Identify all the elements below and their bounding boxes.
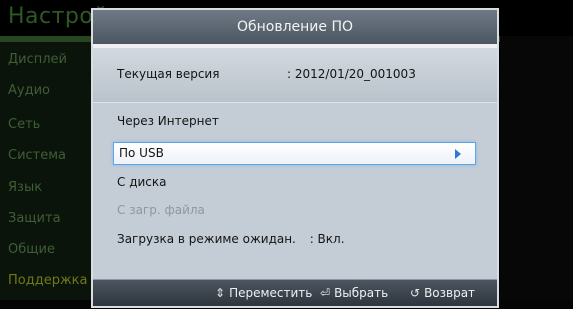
footer-select-hint: ⏎ Выбрать — [320, 286, 388, 300]
current-version-label: Текущая версия — [117, 67, 220, 81]
sidebar-item-display[interactable]: Дисплей — [8, 52, 67, 67]
footer-select-label: Выбрать — [334, 286, 389, 300]
sidebar-item-language[interactable]: Язык — [8, 180, 42, 195]
software-update-dialog: Обновление ПО Текущая версия : 2012/01/2… — [91, 8, 499, 308]
update-from-disc-option[interactable]: С диска — [117, 175, 167, 189]
update-via-internet-option[interactable]: Через Интернет — [117, 114, 219, 128]
update-from-downloaded-file-option: С загр. файла — [117, 203, 205, 217]
standby-download-value: : Вкл. — [309, 232, 345, 246]
sidebar-item-audio[interactable]: Аудио — [8, 83, 50, 98]
update-via-usb-option[interactable]: По USB — [113, 142, 476, 165]
footer-move-label: Переместить — [229, 286, 313, 300]
version-info-panel: Текущая версия : 2012/01/20_001003 — [93, 48, 497, 103]
dialog-title: Обновление ПО — [93, 10, 497, 44]
return-arrow-icon: ↺ — [410, 286, 421, 300]
sidebar-item-security[interactable]: Защита — [8, 211, 61, 226]
current-version-value: : 2012/01/20_001003 — [287, 67, 416, 81]
standby-download-label: Загрузка в режиме ожидан. — [117, 232, 296, 246]
tv-screen: Настрой Дисплей Аудио Сеть Система Язык … — [0, 0, 573, 309]
standby-download-option[interactable]: Загрузка в режиме ожидан. : Вкл. — [117, 232, 345, 246]
up-down-arrows-icon: ⇕ — [215, 286, 226, 300]
usb-option-label: По USB — [119, 146, 164, 160]
footer-move-hint: ⇕ Переместить — [215, 286, 312, 300]
sidebar-item-network[interactable]: Сеть — [8, 117, 40, 132]
footer-return-label: Возврат — [424, 286, 476, 300]
enter-icon: ⏎ — [320, 286, 331, 300]
sidebar-item-support[interactable]: Поддержка — [8, 273, 88, 288]
chevron-right-icon — [455, 149, 461, 159]
footer-return-hint: ↺ Возврат — [410, 286, 475, 300]
settings-sidebar — [0, 42, 92, 300]
dialog-footer: ⇕ Переместить ⏎ Выбрать ↺ Возврат — [93, 279, 497, 306]
sidebar-item-general[interactable]: Общие — [8, 242, 55, 257]
sidebar-item-system[interactable]: Система — [8, 148, 66, 163]
settings-right-panel — [500, 36, 573, 300]
